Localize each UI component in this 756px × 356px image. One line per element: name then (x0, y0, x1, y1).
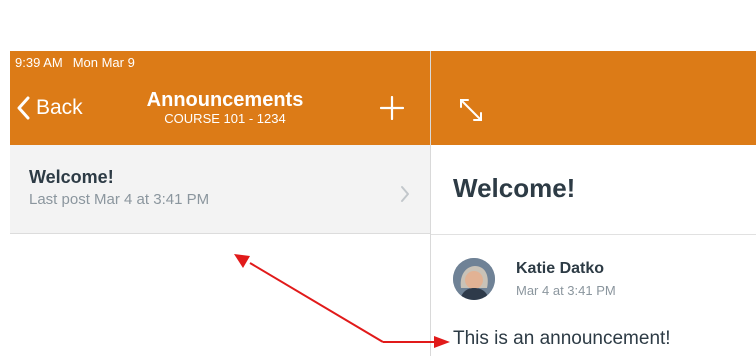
status-date: Mon Mar 9 (72, 55, 135, 70)
expand-button[interactable] (458, 97, 484, 128)
announcement-title: Welcome! (29, 167, 114, 187)
app-window: 9:39 AM Mon Mar 9 Back Announcements COUR… (10, 51, 756, 356)
annotation-arrow-head-left (234, 254, 250, 268)
avatar[interactable] (453, 258, 495, 300)
announcement-last-post: Last post Mar 4 at 3:41 PM (29, 191, 210, 208)
plus-icon (379, 95, 405, 121)
post-date: Mar 4 at 3:41 PM (516, 283, 616, 298)
expand-icon (460, 99, 482, 121)
author-name[interactable]: Katie Datko (516, 260, 604, 278)
back-button[interactable]: Back (17, 96, 83, 120)
chevron-right-icon (401, 186, 409, 202)
chevron-left-icon (17, 96, 30, 120)
announcement-message: This is an announcement! (453, 328, 671, 349)
status-time: 9:39 AM (15, 55, 63, 70)
annotation-arrow-line (249, 262, 384, 343)
page-subtitle: COURSE 101 - 1234 (164, 111, 286, 126)
add-button[interactable] (379, 95, 405, 125)
annotation-arrow-head-right (434, 336, 450, 348)
status-bar: 9:39 AM Mon Mar 9 (15, 55, 135, 70)
announcement-row[interactable]: Welcome! Last post Mar 4 at 3:41 PM (10, 145, 430, 234)
nav-title-group: Announcements COURSE 101 - 1234 (120, 89, 330, 127)
back-label: Back (36, 96, 83, 119)
detail-title: Welcome! (453, 173, 576, 203)
person-icon (453, 258, 495, 300)
detail-divider (431, 234, 756, 235)
split-divider (430, 51, 431, 356)
page-title: Announcements (146, 89, 304, 111)
